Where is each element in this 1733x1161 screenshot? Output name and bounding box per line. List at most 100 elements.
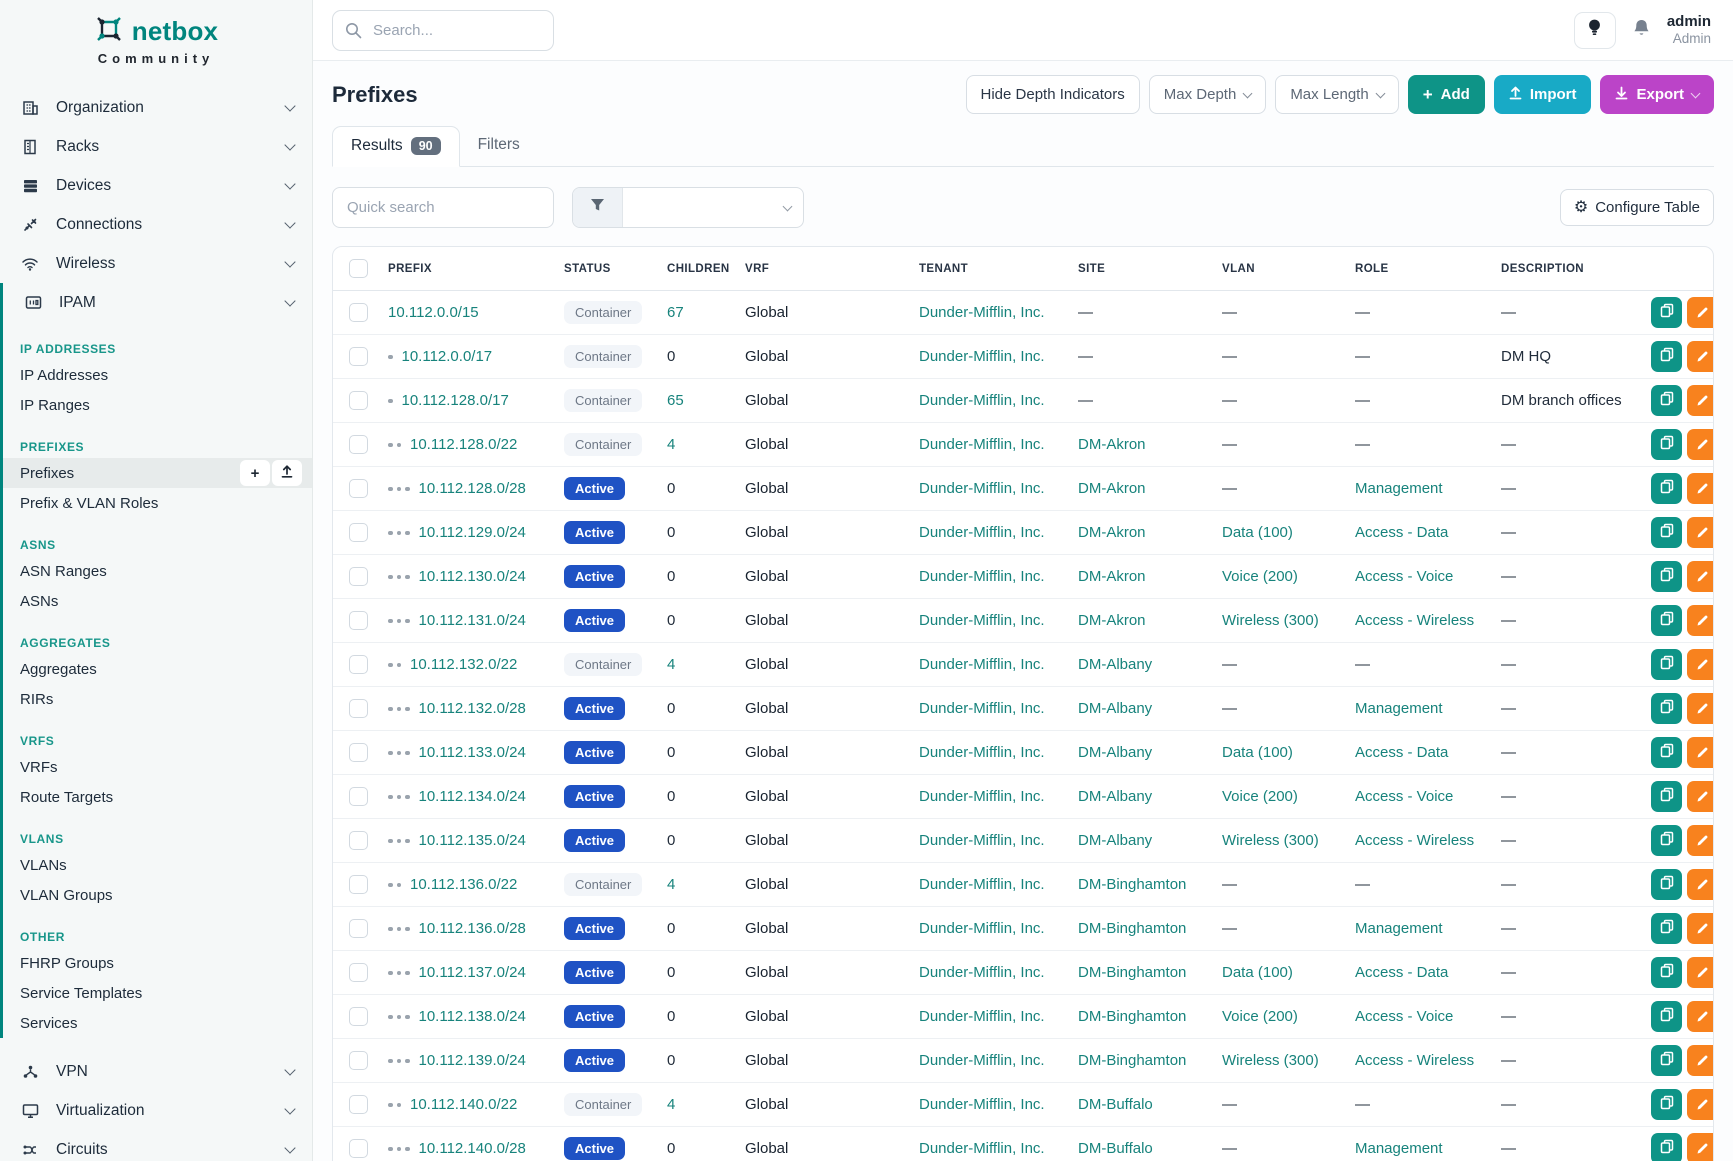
copy-button[interactable] — [1651, 1001, 1682, 1032]
max-length-dropdown[interactable]: Max Length — [1275, 75, 1398, 114]
edit-split-button[interactable] — [1687, 429, 1713, 460]
edit-split-button[interactable] — [1687, 561, 1713, 592]
row-checkbox[interactable] — [349, 1051, 368, 1070]
prefix-link[interactable]: 10.112.136.0/28 — [419, 920, 526, 937]
edit-split-button[interactable] — [1687, 297, 1713, 328]
edit-split-button[interactable] — [1687, 649, 1713, 680]
row-checkbox[interactable] — [349, 347, 368, 366]
prefix-link[interactable]: 10.112.133.0/24 — [419, 744, 526, 761]
vlan-link[interactable]: Voice (200) — [1222, 788, 1298, 805]
site-link[interactable]: DM-Binghamton — [1078, 876, 1186, 893]
configure-table-button[interactable]: ⚙ Configure Table — [1560, 189, 1714, 226]
tenant-link[interactable]: Dunder-Mifflin, Inc. — [919, 832, 1045, 849]
copy-button[interactable] — [1651, 957, 1682, 988]
tab-filters[interactable]: Filters — [460, 126, 538, 166]
export-button[interactable]: Export — [1600, 75, 1714, 114]
quick-search-input[interactable] — [332, 187, 554, 228]
prefix-link[interactable]: 10.112.135.0/24 — [419, 832, 526, 849]
edit-split-button[interactable] — [1687, 737, 1713, 768]
vlan-link[interactable]: Wireless (300) — [1222, 832, 1319, 849]
site-link[interactable]: DM-Albany — [1078, 656, 1152, 673]
sidebar-item-vpn[interactable]: VPN — [0, 1052, 312, 1091]
role-link[interactable]: Access - Data — [1355, 744, 1448, 761]
prefix-link[interactable]: 10.112.132.0/28 — [419, 700, 526, 717]
prefix-link[interactable]: 10.112.138.0/24 — [419, 1008, 526, 1025]
role-link[interactable]: Access - Data — [1355, 524, 1448, 541]
copy-button[interactable] — [1651, 517, 1682, 548]
edit-split-button[interactable] — [1687, 473, 1713, 504]
site-link[interactable]: DM-Binghamton — [1078, 1052, 1186, 1069]
role-link[interactable]: Access - Wireless — [1355, 1052, 1474, 1069]
tenant-link[interactable]: Dunder-Mifflin, Inc. — [919, 920, 1045, 937]
prefix-link[interactable]: 10.112.134.0/24 — [419, 788, 526, 805]
row-checkbox[interactable] — [349, 699, 368, 718]
site-link[interactable]: DM-Albany — [1078, 744, 1152, 761]
children-count-link[interactable]: 4 — [667, 436, 675, 453]
theme-toggle-button[interactable] — [1574, 12, 1616, 49]
sidebar-item-ipam[interactable]: IPAM — [3, 283, 312, 322]
row-checkbox[interactable] — [349, 787, 368, 806]
site-link[interactable]: DM-Binghamton — [1078, 964, 1186, 981]
row-checkbox[interactable] — [349, 391, 368, 410]
tenant-link[interactable]: Dunder-Mifflin, Inc. — [919, 480, 1045, 497]
tenant-link[interactable]: Dunder-Mifflin, Inc. — [919, 744, 1045, 761]
row-checkbox[interactable] — [349, 1095, 368, 1114]
role-link[interactable]: Management — [1355, 920, 1443, 937]
prefix-link[interactable]: 10.112.130.0/24 — [419, 568, 526, 585]
copy-button[interactable] — [1651, 781, 1682, 812]
vlan-link[interactable]: Voice (200) — [1222, 1008, 1298, 1025]
role-link[interactable]: Access - Wireless — [1355, 832, 1474, 849]
role-link[interactable]: Management — [1355, 1140, 1443, 1157]
prefix-link[interactable]: 10.112.132.0/22 — [410, 656, 517, 673]
edit-split-button[interactable] — [1687, 1045, 1713, 1076]
vlan-link[interactable]: Wireless (300) — [1222, 612, 1319, 629]
tenant-link[interactable]: Dunder-Mifflin, Inc. — [919, 656, 1045, 673]
col-header-children[interactable]: CHILDREN — [659, 247, 737, 291]
row-checkbox[interactable] — [349, 963, 368, 982]
tenant-link[interactable]: Dunder-Mifflin, Inc. — [919, 1096, 1045, 1113]
copy-button[interactable] — [1651, 473, 1682, 504]
role-link[interactable]: Management — [1355, 700, 1443, 717]
copy-button[interactable] — [1651, 737, 1682, 768]
sidebar-item-asns[interactable]: ASNs — [3, 586, 312, 616]
tenant-link[interactable]: Dunder-Mifflin, Inc. — [919, 876, 1045, 893]
row-checkbox[interactable] — [349, 567, 368, 586]
sidebar-item-wireless[interactable]: Wireless — [0, 244, 312, 283]
select-all-checkbox[interactable] — [349, 259, 368, 278]
prefix-link[interactable]: 10.112.131.0/24 — [419, 612, 526, 629]
site-link[interactable]: DM-Akron — [1078, 436, 1146, 453]
tenant-link[interactable]: Dunder-Mifflin, Inc. — [919, 524, 1045, 541]
prefix-link[interactable]: 10.112.0.0/17 — [402, 348, 493, 365]
sidebar-item-devices[interactable]: Devices — [0, 166, 312, 205]
copy-button[interactable] — [1651, 1133, 1682, 1161]
tenant-link[interactable]: Dunder-Mifflin, Inc. — [919, 304, 1045, 321]
tenant-link[interactable]: Dunder-Mifflin, Inc. — [919, 1008, 1045, 1025]
sidebar-item-organization[interactable]: Organization — [0, 88, 312, 127]
vlan-link[interactable]: Wireless (300) — [1222, 1052, 1319, 1069]
edit-split-button[interactable] — [1687, 869, 1713, 900]
sidebar-item-fhrp-groups[interactable]: FHRP Groups — [3, 948, 312, 978]
col-header-vrf[interactable]: VRF — [737, 247, 911, 291]
copy-button[interactable] — [1651, 693, 1682, 724]
hide-depth-indicators-button[interactable]: Hide Depth Indicators — [966, 75, 1140, 114]
col-header-role[interactable]: ROLE — [1347, 247, 1493, 291]
sidebar-item-ip-addresses[interactable]: IP Addresses — [3, 360, 312, 390]
role-link[interactable]: Access - Data — [1355, 964, 1448, 981]
row-checkbox[interactable] — [349, 875, 368, 894]
sidebar-item-connections[interactable]: Connections — [0, 205, 312, 244]
sidebar-item-rirs[interactable]: RIRs — [3, 684, 312, 714]
prefix-link[interactable]: 10.112.128.0/22 — [410, 436, 517, 453]
children-count-link[interactable]: 4 — [667, 656, 675, 673]
role-link[interactable]: Access - Wireless — [1355, 612, 1474, 629]
edit-split-button[interactable] — [1687, 341, 1713, 372]
edit-split-button[interactable] — [1687, 913, 1713, 944]
add-button[interactable]: + Add — [1408, 75, 1485, 114]
tenant-link[interactable]: Dunder-Mifflin, Inc. — [919, 1140, 1045, 1157]
children-count-link[interactable]: 4 — [667, 1096, 675, 1113]
site-link[interactable]: DM-Akron — [1078, 480, 1146, 497]
edit-split-button[interactable] — [1687, 1001, 1713, 1032]
row-checkbox[interactable] — [349, 743, 368, 762]
row-checkbox[interactable] — [349, 479, 368, 498]
col-header-site[interactable]: SITE — [1070, 247, 1214, 291]
col-header-prefix[interactable]: PREFIX — [380, 247, 556, 291]
